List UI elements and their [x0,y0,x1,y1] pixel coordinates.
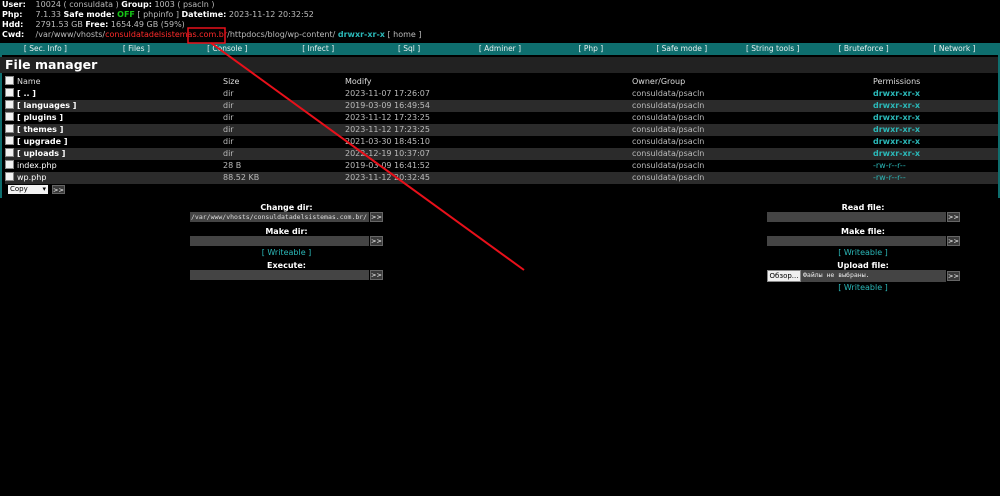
annotation-arrow [210,42,525,271]
annotation-overlay [187,27,525,271]
annotation-box [187,27,226,44]
